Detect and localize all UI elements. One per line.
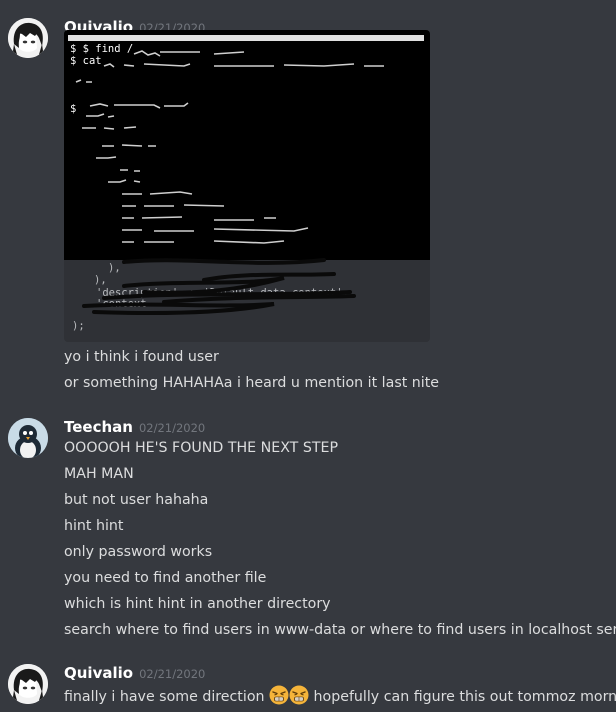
timestamp: 02/21/2020: [139, 667, 206, 681]
message-line: you need to find another file: [64, 570, 267, 586]
message-line: hint hint: [64, 518, 124, 534]
message-line: yo i think i found user: [64, 349, 219, 365]
username[interactable]: Quivalio 02/21/2020: [64, 664, 205, 683]
avatar[interactable]: [8, 418, 48, 458]
message-line: which is hint hint in another directory: [64, 596, 331, 612]
code-screenshot-attachment[interactable]: $ $ find / $ cat $ ), ), 'description' =…: [64, 30, 430, 342]
code-line-1: $ $ find /: [70, 43, 133, 55]
message-line: search where to find users in www-data o…: [64, 622, 616, 638]
code-line-8: );: [72, 320, 85, 332]
avatar-anime-icon: [8, 664, 48, 704]
tired-face-emoji-icon[interactable]: [289, 685, 309, 705]
code-line-3: $: [70, 103, 76, 115]
message-line: finally i have some direction hopefully …: [64, 685, 616, 707]
message-line: but not user hahaha: [64, 492, 209, 508]
redacted-code-image: $ $ find / $ cat $ ), ), 'description' =…: [64, 30, 430, 332]
message-line: only password works: [64, 544, 213, 560]
code-line-4: ),: [108, 262, 121, 274]
avatar[interactable]: [8, 18, 48, 58]
message-line: OOOOOH HE'S FOUND THE NEXT STEP: [64, 440, 339, 456]
message-line: or something HAHAHAa i heard u mention i…: [64, 375, 440, 391]
timestamp: 02/21/2020: [138, 421, 206, 435]
message-group-quivalio-1: Quivalio 02/21/2020 $ $ find / $ cat $)…: [0, 0, 616, 400]
avatar-penguin-icon: [8, 418, 48, 458]
message-text-after-emoji: hopefully can figure this out tommoz mor…: [313, 689, 616, 705]
code-line-2: $ cat: [70, 55, 102, 67]
avatar-anime-icon: [8, 18, 48, 58]
username-text[interactable]: Teechan: [64, 418, 133, 436]
tired-face-emoji-icon[interactable]: [269, 685, 289, 705]
avatar[interactable]: [8, 664, 48, 704]
username[interactable]: Teechan 02/21/2020: [64, 418, 205, 437]
message-text-before-emoji: finally i have some direction: [64, 689, 265, 705]
message-line: MAH MAN: [64, 466, 134, 482]
username-text[interactable]: Quivalio: [64, 664, 133, 682]
code-line-5: ),: [94, 274, 107, 286]
